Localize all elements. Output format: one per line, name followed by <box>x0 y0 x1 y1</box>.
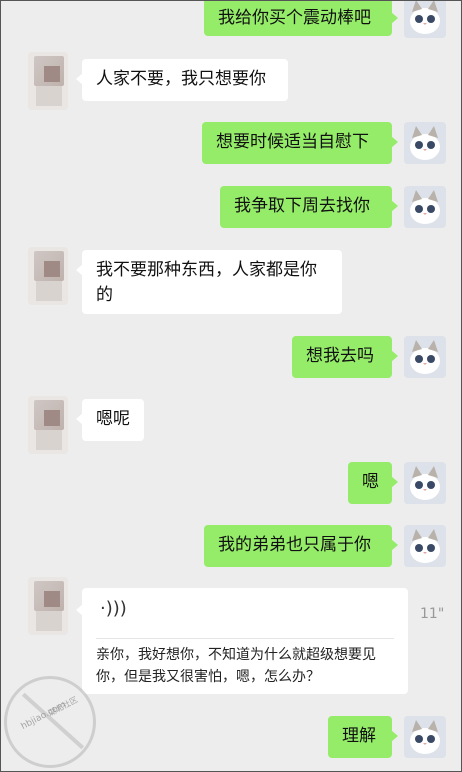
contact-avatar[interactable] <box>28 247 68 305</box>
cat-avatar[interactable] <box>404 525 446 567</box>
transcript-divider <box>96 638 394 639</box>
message-bubble-sent[interactable]: 我的弟弟也只属于你 <box>204 525 398 567</box>
voice-duration: 11" <box>420 606 445 622</box>
message-bubble-received[interactable]: 我不要那种东西，人家都是你的 <box>76 250 342 314</box>
message-bubble-sent[interactable]: 我给你买个震动棒吧 <box>204 0 398 36</box>
message-bubble-received[interactable]: 嗯呢 <box>76 399 144 441</box>
message-bubble-sent[interactable]: 理解 <box>328 716 398 758</box>
cat-avatar[interactable] <box>404 336 446 378</box>
voice-icon[interactable]: ·))) <box>100 598 127 619</box>
message-bubble-sent[interactable]: 想要时候适当自慰下 <box>202 122 398 164</box>
cat-avatar[interactable] <box>404 716 446 758</box>
contact-avatar[interactable] <box>28 577 68 635</box>
message-bubble-received[interactable]: 人家不要，我只想要你 <box>76 59 288 101</box>
watermark-logo: 湖北社区 hbjiao.com <box>4 676 96 768</box>
message-bubble-sent[interactable]: 嗯 <box>348 462 398 504</box>
cat-avatar[interactable] <box>404 122 446 164</box>
message-bubble-sent[interactable]: 我争取下周去找你 <box>220 186 398 228</box>
cat-avatar[interactable] <box>404 0 446 38</box>
contact-avatar[interactable] <box>28 396 68 454</box>
voice-message[interactable]: ·))) 亲你，我好想你，不知道为什么就超级想要见你，但是我又很害怕，嗯，怎么办… <box>76 588 408 694</box>
contact-avatar[interactable] <box>28 52 68 110</box>
message-bubble-sent[interactable]: 想我去吗 <box>292 336 398 378</box>
cat-avatar[interactable] <box>404 462 446 504</box>
cat-avatar[interactable] <box>404 186 446 228</box>
voice-transcript: 亲你，我好想你，不知道为什么就超级想要见你，但是我又很害怕，嗯，怎么办？ <box>96 647 376 685</box>
